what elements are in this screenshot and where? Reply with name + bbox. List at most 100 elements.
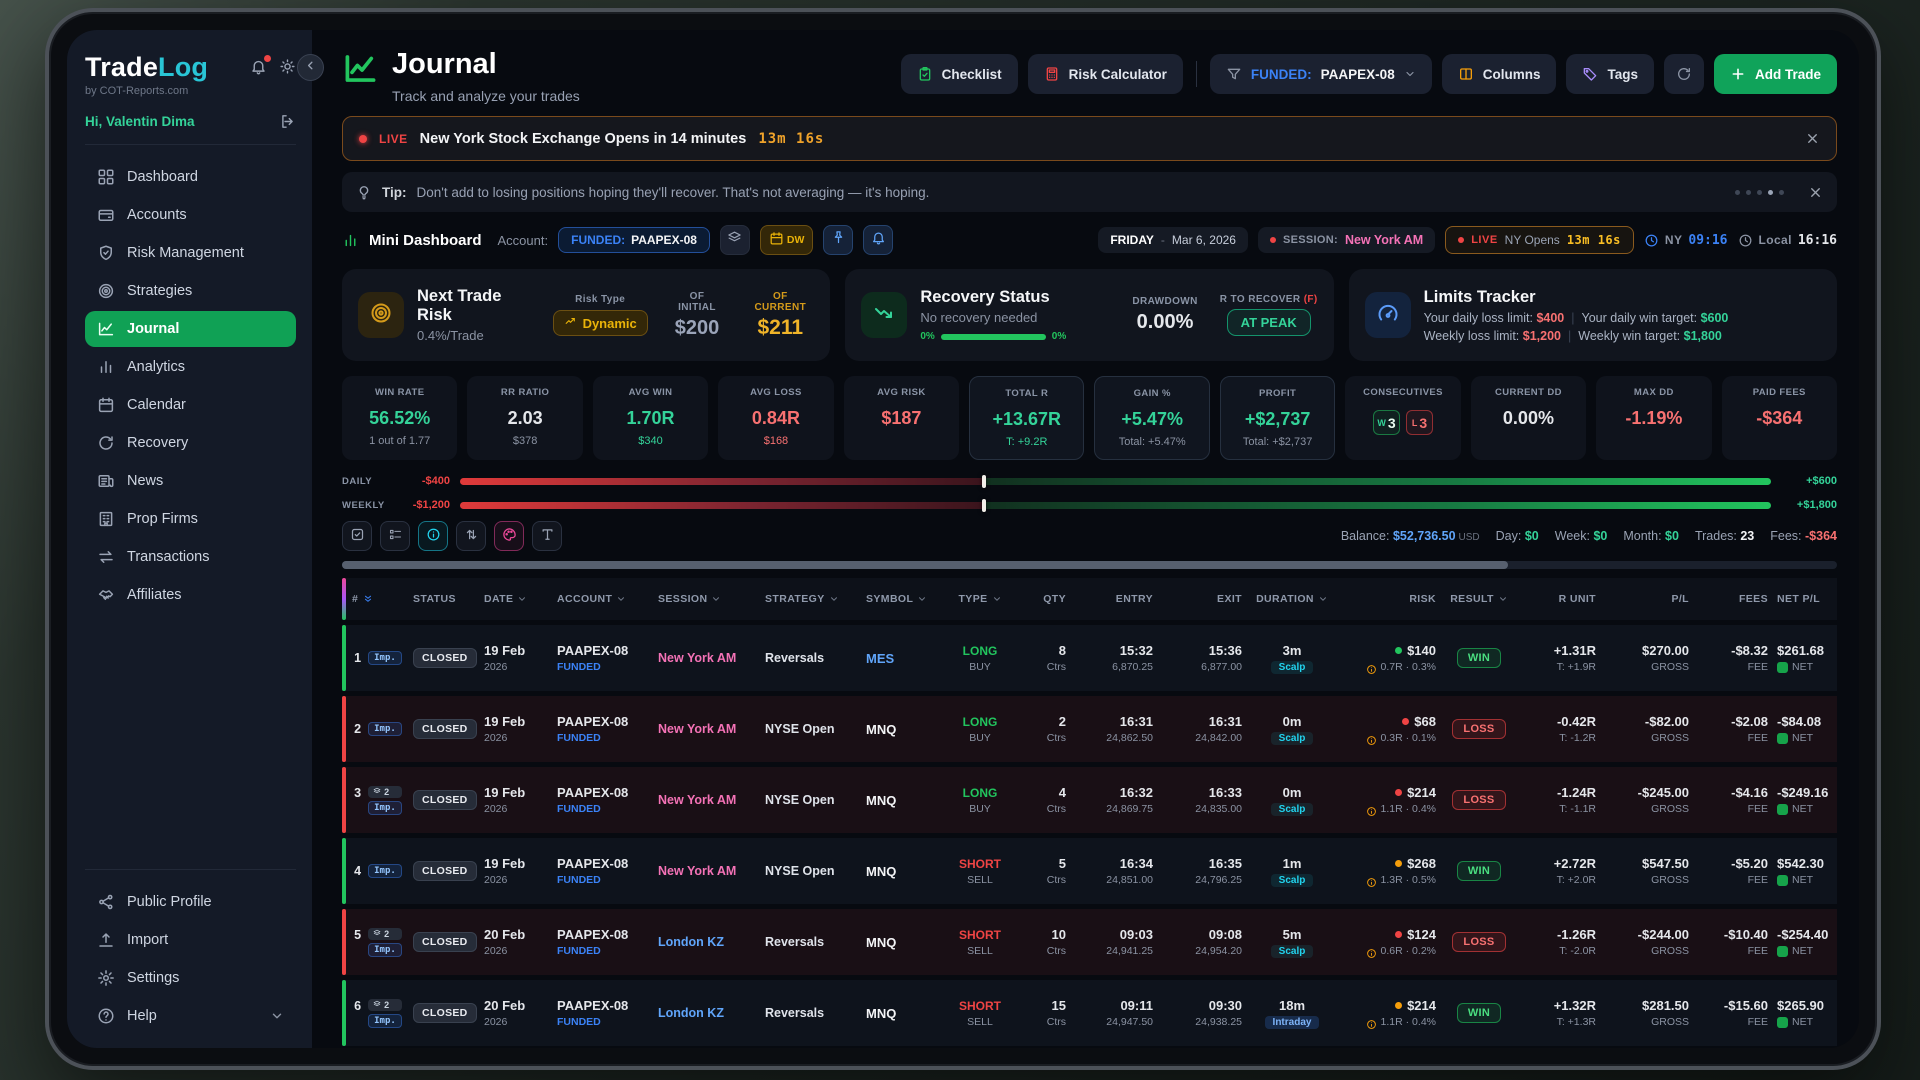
stat-label: AVG RISK xyxy=(850,387,953,398)
table-row[interactable]: 2Imp.CLOSED19 Feb2026PAAPEX-08FUNDEDNew … xyxy=(342,696,1837,762)
sidebar-item-risk-management[interactable]: Risk Management xyxy=(85,235,296,271)
sidebar-item-prop-firms[interactable]: Prop Firms xyxy=(85,501,296,537)
column-header-symbol[interactable]: SYMBOL xyxy=(866,593,940,605)
page-title: Journal xyxy=(392,50,580,79)
trade-year: 2026 xyxy=(484,945,507,957)
sidebar-collapse-button[interactable] xyxy=(297,54,324,81)
table-row[interactable]: 62Imp.CLOSED20 Feb2026PAAPEX-08FUNDEDLon… xyxy=(342,980,1837,1046)
notifications-bell-icon[interactable] xyxy=(250,58,267,75)
sidebar-item-calendar[interactable]: Calendar xyxy=(85,387,296,423)
sidebar-item-public-profile[interactable]: Public Profile xyxy=(85,884,296,920)
table-row[interactable]: 32Imp.CLOSED19 Feb2026PAAPEX-08FUNDEDNew… xyxy=(342,767,1837,833)
risk-amount: $124 xyxy=(1407,927,1436,942)
cell-runit: -0.42RT: -1.2R xyxy=(1522,714,1596,744)
cell-duration: 5mScalp xyxy=(1251,927,1333,958)
table-horizontal-scrollbar[interactable] xyxy=(342,561,1837,569)
sidebar-item-accounts[interactable]: Accounts xyxy=(85,197,296,233)
theme-toggle-sun-icon[interactable] xyxy=(279,58,296,75)
cell-fees: -$8.32FEE xyxy=(1698,643,1768,673)
column-header-date[interactable]: DATE xyxy=(484,593,548,605)
column-header-label: SESSION xyxy=(658,593,707,605)
app-window: TradeLog by COT-Reports.com Hi, Valentin… xyxy=(67,30,1859,1048)
duration: 18m xyxy=(1279,998,1305,1013)
column-header-result[interactable]: RESULT xyxy=(1445,593,1513,605)
column-header-strategy[interactable]: STRATEGY xyxy=(765,593,857,605)
alerts-button[interactable] xyxy=(863,225,893,255)
symbol: MNQ xyxy=(866,935,896,950)
column-header-duration[interactable]: DURATION xyxy=(1251,593,1333,605)
sidebar-item-dashboard[interactable]: Dashboard xyxy=(85,159,296,195)
risk-calculator-button[interactable]: Risk Calculator xyxy=(1028,54,1183,94)
cell-symbol: MNQ xyxy=(866,935,940,950)
sidebar-item-import[interactable]: Import xyxy=(85,922,296,958)
account-name: PAAPEX-08 xyxy=(557,856,628,871)
table-row[interactable]: 4Imp.CLOSED19 Feb2026PAAPEX-08FUNDEDNew … xyxy=(342,838,1837,904)
sidebar-item-recovery[interactable]: Recovery xyxy=(85,425,296,461)
sidebar-item-settings[interactable]: Settings xyxy=(85,960,296,996)
text-size-tool[interactable] xyxy=(532,521,562,551)
sidebar-item-analytics[interactable]: Analytics xyxy=(85,349,296,385)
sidebar-item-transactions[interactable]: Transactions xyxy=(85,539,296,575)
columns-icon xyxy=(1458,66,1474,82)
tip-dot-4[interactable] xyxy=(1768,190,1773,195)
column-header-session[interactable]: SESSION xyxy=(658,593,756,605)
sidebar-item-affiliates[interactable]: Affiliates xyxy=(85,577,296,613)
table-row[interactable]: 1Imp.CLOSED19 Feb2026PAAPEX-08FUNDEDNew … xyxy=(342,625,1837,691)
sidebar-item-strategies[interactable]: Strategies xyxy=(85,273,296,309)
tip-dot-3[interactable] xyxy=(1757,190,1762,195)
sidebar-item-help[interactable]: Help xyxy=(85,998,296,1034)
layers-toggle-button[interactable] xyxy=(720,225,750,255)
daily-weekly-toggle-button[interactable]: DW xyxy=(760,225,814,255)
select-checkbox-tool[interactable] xyxy=(342,521,372,551)
sidebar-item-journal[interactable]: Journal xyxy=(85,311,296,347)
risk-line: $68 xyxy=(1402,714,1436,729)
duration-tag: Scalp xyxy=(1271,732,1314,745)
column-header-[interactable]: # xyxy=(352,593,404,605)
trade-date: 19 Feb xyxy=(484,643,525,658)
tip-dot-1[interactable] xyxy=(1735,190,1740,195)
journal-doc-icon xyxy=(1777,875,1788,886)
banner-close-icon[interactable] xyxy=(1805,131,1820,146)
risk-line: $214 xyxy=(1395,998,1436,1013)
table-row[interactable]: 52Imp.CLOSED20 Feb2026PAAPEX-08FUNDEDLon… xyxy=(342,909,1837,975)
chevron-left-icon xyxy=(304,59,317,77)
column-header-account[interactable]: ACCOUNT xyxy=(557,593,649,605)
tip-dot-2[interactable] xyxy=(1746,190,1751,195)
add-trade-button[interactable]: Add Trade xyxy=(1714,54,1837,94)
palette-tool[interactable] xyxy=(494,521,524,551)
shield-icon xyxy=(97,244,115,262)
palette-icon xyxy=(502,527,517,545)
columns-button[interactable]: Columns xyxy=(1442,54,1557,94)
layers-icon xyxy=(373,787,381,797)
checklist-button[interactable]: Checklist xyxy=(901,54,1018,94)
column-header-type[interactable]: TYPE xyxy=(949,593,1011,605)
info-tool[interactable] xyxy=(418,521,448,551)
result-badge: WIN xyxy=(1457,648,1501,668)
cell-pl: -$245.00GROSS xyxy=(1605,785,1689,815)
stat-tile-profit: PROFIT+$2,737Total: +$2,737 xyxy=(1220,376,1335,460)
tags-button[interactable]: Tags xyxy=(1566,54,1654,94)
sort-tool[interactable] xyxy=(456,521,486,551)
chevron-down-icon xyxy=(829,594,839,604)
account-filter-dropdown[interactable]: FUNDED:PAAPEX-08 xyxy=(1210,54,1432,94)
list-view-tool[interactable] xyxy=(380,521,410,551)
risk-type-badge[interactable]: Dynamic xyxy=(553,310,648,336)
stat-sub: Total: +$2,737 xyxy=(1227,436,1328,448)
entry-time: 16:31 xyxy=(1120,714,1153,729)
sidebar-item-news[interactable]: News xyxy=(85,463,296,499)
duration-tag: Scalp xyxy=(1271,803,1314,816)
tip-dot-5[interactable] xyxy=(1779,190,1784,195)
pin-button[interactable] xyxy=(823,225,853,255)
daily-bar-track[interactable] xyxy=(460,478,1771,485)
cell-net: -$254.40NET xyxy=(1777,927,1837,957)
scrollbar-thumb[interactable] xyxy=(342,561,1508,569)
sidebar-item-label: Dashboard xyxy=(127,169,198,185)
tip-close-icon[interactable] xyxy=(1808,185,1823,200)
refresh-button[interactable] xyxy=(1664,54,1704,94)
logout-icon[interactable] xyxy=(279,113,296,130)
trade-direction: LONG xyxy=(963,715,998,729)
trade-side: SELL xyxy=(967,1016,993,1028)
account-badge[interactable]: FUNDED:PAAPEX-08 xyxy=(558,227,710,253)
weekly-bar-track[interactable] xyxy=(460,502,1771,509)
quantity: 2 xyxy=(1059,714,1066,729)
